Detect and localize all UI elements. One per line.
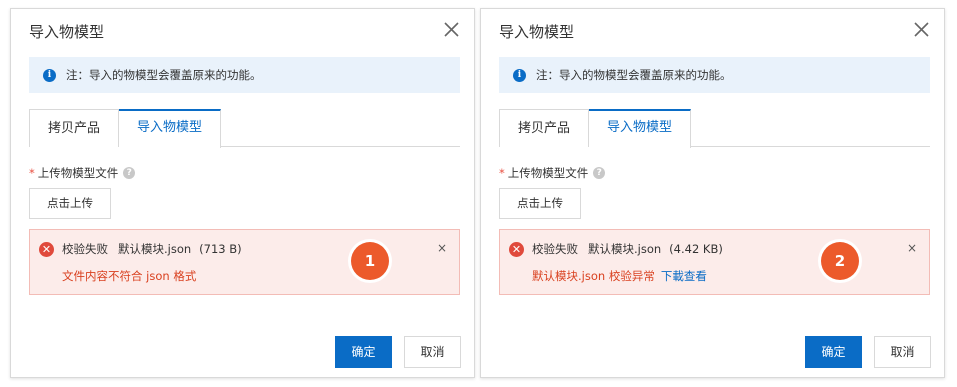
error-file-name: 默认模块.json — [588, 242, 662, 256]
info-icon: i — [43, 68, 56, 82]
error-close-icon[interactable]: × — [907, 240, 917, 257]
notice-banner: i 注：导入的物模型会覆盖原来的功能。 — [499, 57, 930, 93]
error-file-size: (713 B) — [199, 242, 242, 256]
cancel-button[interactable]: 取消 — [404, 336, 461, 368]
tab-import-model[interactable]: 导入物模型 — [119, 109, 221, 148]
upload-label-text: 上传物模型文件 — [37, 166, 119, 180]
step-badge: 2 — [821, 242, 859, 280]
error-status: 校验失败 — [62, 242, 108, 256]
close-icon[interactable] — [913, 21, 930, 38]
notice-text: 注：导入的物模型会覆盖原来的功能。 — [66, 68, 262, 82]
error-message-text: 默认模块.json 校验异常 — [532, 269, 655, 283]
error-file-name: 默认模块.json — [118, 242, 192, 256]
notice-text: 注：导入的物模型会覆盖原来的功能。 — [536, 68, 732, 82]
error-close-icon[interactable]: × — [437, 240, 447, 257]
error-title: 校验失败 默认模块.json (713 B) — [62, 241, 242, 258]
validation-error-box: ✕ 校验失败 默认模块.json (713 B) 文件内容不符合 json 格式 ×… — [29, 229, 460, 295]
confirm-button[interactable]: 确定 — [805, 336, 862, 368]
required-mark: * — [29, 166, 35, 180]
error-status: 校验失败 — [532, 242, 578, 256]
download-view-link[interactable]: 下載查看 — [661, 269, 707, 283]
error-message: 默认模块.json 校验异常 下載查看 — [532, 268, 707, 285]
upload-label-text: 上传物模型文件 — [507, 166, 589, 180]
dialog-title: 导入物模型 — [499, 23, 575, 41]
import-model-dialog: 导入物模型 i 注：导入的物模型会覆盖原来的功能。 拷贝产品 导入物模型 * 上… — [10, 8, 475, 378]
notice-banner: i 注：导入的物模型会覆盖原来的功能。 — [29, 57, 460, 93]
tab-copy-product[interactable]: 拷贝产品 — [499, 109, 589, 147]
help-icon[interactable]: ? — [593, 167, 606, 179]
import-model-dialog: 导入物模型 i 注：导入的物模型会覆盖原来的功能。 拷贝产品 导入物模型 * 上… — [480, 8, 945, 378]
cancel-button[interactable]: 取消 — [874, 336, 931, 368]
tab-copy-product[interactable]: 拷贝产品 — [29, 109, 119, 147]
tab-import-model[interactable]: 导入物模型 — [589, 109, 691, 148]
close-icon[interactable] — [443, 21, 460, 38]
validation-error-box: ✕ 校验失败 默认模块.json (4.42 KB) 默认模块.json 校验异常下… — [499, 229, 930, 295]
required-mark: * — [499, 166, 505, 180]
step-badge: 1 — [351, 242, 389, 280]
upload-field-label: * 上传物模型文件 ? — [29, 165, 136, 181]
dialog-title: 导入物模型 — [29, 23, 105, 41]
help-icon[interactable]: ? — [123, 167, 136, 179]
upload-button[interactable]: 点击上传 — [499, 188, 581, 219]
upload-field-label: * 上传物模型文件 ? — [499, 165, 606, 181]
info-icon: i — [513, 68, 526, 82]
confirm-button[interactable]: 确定 — [335, 336, 392, 368]
error-title: 校验失败 默认模块.json (4.42 KB) — [532, 241, 723, 258]
error-icon: ✕ — [509, 242, 524, 257]
error-file-size: (4.42 KB) — [669, 242, 723, 256]
error-message-text: 文件内容不符合 json 格式 — [62, 269, 197, 283]
upload-button[interactable]: 点击上传 — [29, 188, 111, 219]
error-icon: ✕ — [39, 242, 54, 257]
tab-bar: 拷贝产品 导入物模型 — [499, 109, 930, 148]
tab-bar: 拷贝产品 导入物模型 — [29, 109, 460, 148]
error-message: 文件内容不符合 json 格式 — [62, 268, 196, 285]
